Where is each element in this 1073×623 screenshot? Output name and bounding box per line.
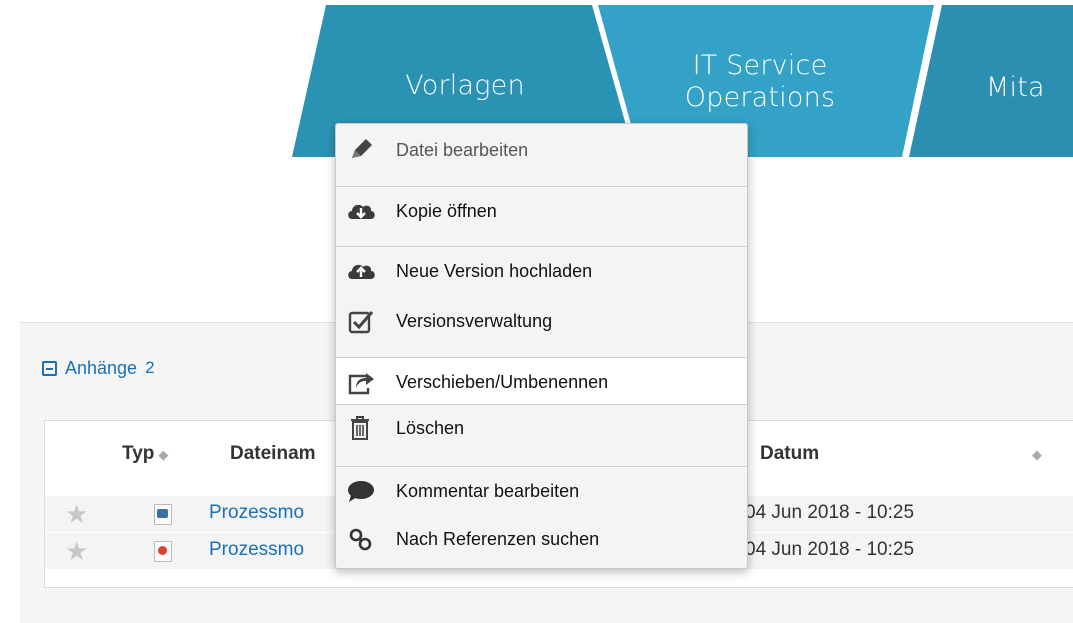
- column-sort-icon[interactable]: ◆: [1028, 443, 1042, 465]
- menu-item-versionsverwaltung[interactable]: Versionsverwaltung: [336, 301, 747, 341]
- comment-icon: [348, 481, 374, 502]
- menu-item-label: Verschieben/Umbenennen: [396, 372, 609, 392]
- trash-icon: [351, 416, 369, 440]
- menu-item-kommentar-bearbeiten[interactable]: Kommentar bearbeiten: [336, 471, 747, 511]
- menu-item-kopie-oeffnen[interactable]: Kopie öffnen: [336, 191, 747, 231]
- sort-icon[interactable]: ◆: [158, 447, 168, 462]
- column-header-type[interactable]: Typ ◆: [122, 443, 168, 465]
- checkbox-icon: [348, 311, 374, 334]
- menu-item-label: Nach Referenzen suchen: [396, 529, 600, 549]
- menu-item-label: Löschen: [396, 418, 465, 438]
- menu-item-label: Kopie öffnen: [396, 201, 497, 221]
- cloud-download-icon: [348, 204, 375, 219]
- star-icon[interactable]: ★: [65, 500, 88, 528]
- menu-item-label: Kommentar bearbeiten: [396, 481, 580, 501]
- column-filename-label: Dateinam: [230, 443, 316, 464]
- cloud-upload-icon: [348, 264, 375, 279]
- menu-item-verschieben-umbenennen[interactable]: Verschieben/Umbenennen: [336, 357, 747, 405]
- share-arrow-icon: [348, 373, 374, 395]
- menu-item-label: Versionsverwaltung: [396, 311, 553, 331]
- menu-item-label: Datei bearbeiten: [396, 140, 529, 160]
- menu-divider: [336, 466, 747, 467]
- file-link[interactable]: Prozessmo: [209, 539, 304, 561]
- menu-item-neue-version[interactable]: Neue Version hochladen: [336, 251, 747, 291]
- collapse-icon[interactable]: [42, 360, 57, 376]
- column-date-label: Datum: [760, 443, 820, 464]
- attachments-count: 2: [145, 358, 155, 377]
- file-link[interactable]: Prozessmo: [209, 502, 304, 524]
- image-file-icon: [154, 504, 172, 525]
- menu-divider: [336, 246, 747, 247]
- menu-item-referenzen-suchen[interactable]: Nach Referenzen suchen: [336, 519, 747, 559]
- context-menu: Datei bearbeiten Kopie öffnen Neue Versi…: [335, 123, 748, 569]
- file-date: 04 Jun 2018 - 10:25: [745, 539, 915, 560]
- menu-item-label: Neue Version hochladen: [396, 261, 593, 281]
- attachments-title[interactable]: Anhänge: [65, 358, 137, 379]
- tab-mita[interactable]: Mita: [986, 72, 1073, 104]
- pencil-icon: [352, 139, 372, 158]
- star-icon[interactable]: ★: [65, 537, 88, 565]
- link-icon: [349, 528, 372, 551]
- powerpoint-file-icon: [154, 541, 172, 562]
- sort-icon[interactable]: ◆: [1032, 447, 1042, 462]
- tab-vorlagen[interactable]: Vorlagen: [385, 70, 545, 102]
- tab-it-service-operations[interactable]: IT Service Operations: [660, 50, 860, 114]
- column-type-label: Typ: [122, 443, 155, 464]
- file-date: 04 Jun 2018 - 10:25: [745, 502, 915, 523]
- attachments-header[interactable]: Anhänge 2: [42, 356, 155, 380]
- column-header-date[interactable]: Datum: [760, 443, 819, 465]
- menu-item-loeschen[interactable]: Löschen: [336, 408, 747, 448]
- menu-divider: [336, 186, 747, 187]
- menu-item-datei-bearbeiten[interactable]: Datei bearbeiten: [336, 130, 747, 170]
- column-header-filename[interactable]: Dateinam: [230, 443, 316, 465]
